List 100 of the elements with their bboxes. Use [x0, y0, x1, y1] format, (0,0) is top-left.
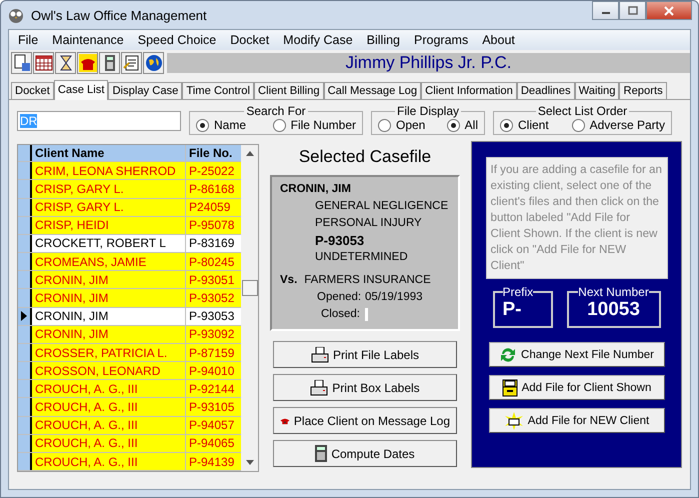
row-header[interactable] — [18, 308, 32, 325]
table-cell[interactable]: P-93052 — [186, 289, 241, 307]
action-button[interactable]: Print Box Labels — [273, 374, 457, 401]
tab[interactable]: Reports — [619, 82, 667, 99]
table-cell[interactable]: P-86168 — [186, 180, 241, 198]
row-header[interactable] — [18, 253, 32, 270]
table-cell[interactable]: CRISP, HEIDI — [32, 216, 186, 234]
menu-item[interactable]: Docket — [223, 33, 276, 47]
telephone-icon[interactable] — [77, 52, 98, 74]
action-button[interactable]: Compute Dates — [273, 440, 457, 467]
hourglass-icon[interactable] — [55, 52, 76, 74]
table-cell[interactable]: CROMEANS, JAMIE — [32, 253, 186, 270]
table-cell[interactable]: P-93051 — [186, 271, 241, 288]
file-button[interactable]: Change Next File Number — [488, 342, 664, 367]
table-cell[interactable]: CROSSON, LEONARD — [32, 362, 186, 380]
table-cell[interactable]: P-94065 — [186, 434, 241, 452]
calendar-icon[interactable] — [33, 52, 54, 74]
radio-button[interactable] — [196, 118, 209, 132]
row-header[interactable] — [18, 344, 32, 362]
close-button[interactable] — [646, 1, 692, 20]
tab[interactable]: Deadlines — [516, 82, 575, 99]
tab[interactable]: Waiting — [574, 82, 620, 99]
table-cell[interactable]: P-87159 — [186, 344, 241, 362]
tab[interactable]: Client Information — [421, 82, 517, 99]
row-header[interactable] — [18, 162, 32, 180]
row-header[interactable] — [18, 234, 32, 252]
case-status: UNDETERMINED — [314, 250, 409, 265]
row-header[interactable] — [18, 380, 32, 398]
scrollbar[interactable] — [241, 145, 258, 471]
table-cell[interactable]: CROUCH, A. G., III — [32, 416, 186, 434]
minimize-button[interactable] — [592, 1, 619, 20]
column-header[interactable]: Client Name — [32, 145, 186, 162]
table-cell[interactable]: CROUCH, A. G., III — [32, 452, 186, 470]
action-button[interactable]: Print File Labels — [273, 341, 457, 368]
menu-item[interactable]: Billing — [360, 33, 408, 47]
table-cell[interactable]: P-93092 — [186, 326, 241, 343]
radio-button[interactable] — [500, 118, 513, 132]
column-header[interactable]: File No. — [186, 145, 241, 162]
table-cell[interactable]: CRONIN, JIM — [32, 289, 186, 307]
tab[interactable]: Call Message Log — [324, 82, 422, 99]
scroll-thumb[interactable] — [242, 280, 258, 296]
file-number: P-93053 — [314, 232, 366, 249]
menu-item[interactable]: About — [475, 33, 522, 47]
table-cell[interactable]: CROSSER, PATRICIA L. — [32, 344, 186, 362]
row-header[interactable] — [18, 216, 32, 234]
row-header[interactable] — [18, 362, 32, 380]
scroll-down-icon[interactable] — [246, 460, 254, 465]
table-cell[interactable]: P-93105 — [186, 398, 241, 416]
document-icon[interactable] — [11, 52, 32, 74]
tab[interactable]: Client Billing — [254, 82, 324, 99]
table-cell[interactable]: P-94139 — [186, 452, 241, 470]
table-cell[interactable]: CRONIN, JIM — [32, 326, 186, 343]
globe-icon[interactable] — [143, 52, 164, 74]
table-cell[interactable]: P-95078 — [186, 216, 241, 234]
calculator-icon[interactable] — [99, 52, 120, 74]
action-button[interactable]: Place Client on Message Log — [273, 407, 457, 434]
row-header[interactable] — [18, 180, 32, 198]
file-button[interactable]: Add File for NEW Client — [488, 408, 664, 433]
table-cell[interactable]: P-25022 — [186, 162, 241, 180]
radio-button[interactable] — [446, 118, 460, 132]
row-header[interactable] — [18, 398, 32, 416]
row-header[interactable] — [18, 434, 32, 452]
menu-item[interactable]: File — [11, 33, 46, 47]
radio-button[interactable] — [272, 118, 286, 132]
table-cell[interactable]: CRONIN, JIM — [32, 271, 186, 288]
client-name: CRONIN, JIM — [280, 182, 352, 197]
row-header[interactable] — [18, 452, 32, 470]
tab[interactable]: Display Case — [108, 82, 182, 99]
table-cell[interactable]: P24059 — [186, 198, 241, 216]
row-header[interactable] — [18, 416, 32, 434]
menu-item[interactable]: Programs — [407, 33, 476, 47]
tab[interactable]: Docket — [11, 82, 54, 99]
table-cell[interactable]: CROUCH, A. G., III — [32, 380, 186, 398]
radio-button[interactable] — [378, 118, 391, 132]
menu-item[interactable]: Speed Choice — [130, 33, 224, 47]
row-header[interactable] — [18, 198, 32, 216]
tab[interactable]: Time Control — [182, 82, 254, 99]
refresh-icon — [499, 346, 518, 364]
table-cell[interactable]: P-94057 — [186, 416, 241, 434]
table-cell[interactable]: CROUCH, A. G., III — [32, 398, 186, 416]
option-label: Adverse Party — [590, 118, 665, 132]
table-cell[interactable]: CRISP, GARY L. — [32, 198, 186, 216]
maximize-button[interactable] — [619, 1, 646, 20]
tab[interactable]: Case List — [54, 80, 108, 100]
row-header[interactable] — [18, 271, 32, 288]
table-cell[interactable]: P-92144 — [186, 380, 241, 398]
table-cell[interactable]: CRIM, LEONA SHERROD — [32, 162, 186, 180]
table-cell[interactable]: P-80245 — [186, 253, 241, 270]
file-button[interactable]: Add File for Client Shown — [488, 375, 664, 400]
scroll-up-icon[interactable] — [246, 151, 254, 156]
opened-label: Opened: — [317, 290, 360, 305]
row-header[interactable] — [18, 289, 32, 307]
table-cell[interactable]: P-94010 — [186, 362, 241, 380]
table-cell[interactable]: CRISP, GARY L. — [32, 180, 186, 198]
menu-item[interactable]: Modify Case — [276, 33, 360, 47]
radio-button[interactable] — [572, 118, 585, 132]
menu-item[interactable]: Maintenance — [45, 33, 131, 47]
row-header[interactable] — [18, 326, 32, 343]
table-cell[interactable]: CROUCH, A. G., III — [32, 434, 186, 452]
notepad-icon[interactable] — [121, 52, 142, 74]
